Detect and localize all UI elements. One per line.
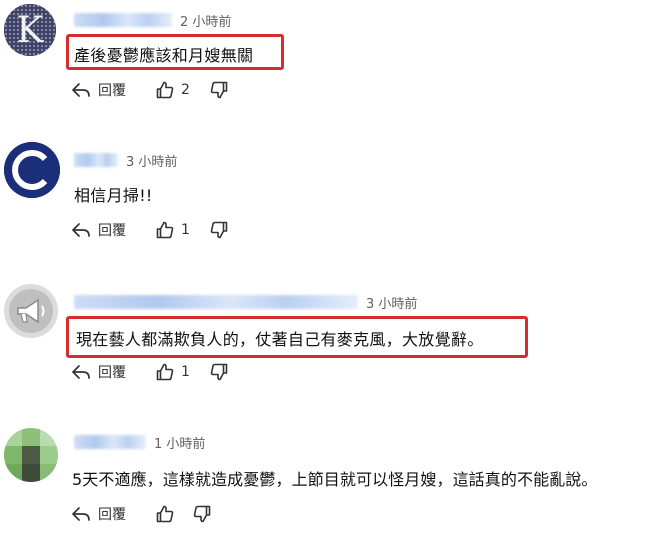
comment-item: 1 小時前 5天不適應，這樣就造成憂鬱，上節目就可以怪月嫂，這話真的不能亂說。 … — [0, 422, 660, 536]
comment-actions: 回覆 1 — [72, 218, 228, 242]
reply-icon — [72, 223, 90, 237]
reply-label: 回覆 — [98, 223, 126, 239]
reply-button[interactable]: 回覆 — [72, 220, 156, 240]
comment-item: 3 小時前 現在藝人都滿欺負人的，仗著自己有麥克風，大放覺辭。 回覆 1 — [0, 280, 660, 390]
dislike-button[interactable] — [210, 81, 228, 99]
comment-meta: 3 小時前 — [74, 150, 177, 170]
like-count: 2 — [181, 82, 190, 98]
comment-text: 相信月掃!! — [74, 186, 153, 205]
avatar-k-image: K — [4, 4, 56, 56]
thumbs-down-icon — [193, 505, 211, 523]
comment-meta: 2 小時前 — [74, 10, 231, 30]
reply-icon — [72, 365, 90, 379]
thumbs-down-icon — [210, 221, 228, 239]
like-count: 1 — [181, 364, 190, 380]
reply-button[interactable]: 回覆 — [72, 80, 156, 100]
reply-label: 回覆 — [98, 365, 126, 381]
comment-text: 5天不適應，這樣就造成憂鬱，上節目就可以怪月嫂，這話真的不能亂說。 — [72, 470, 598, 489]
author-name-blurred[interactable] — [74, 435, 146, 449]
timestamp: 3 小時前 — [126, 154, 178, 170]
comment-text: 產後憂鬱應該和月嫂無關 — [74, 46, 254, 65]
comment-meta: 3 小時前 — [74, 292, 417, 312]
comment-text: 現在藝人都滿欺負人的，仗著自己有麥克風，大放覺辭。 — [76, 330, 484, 349]
like-button[interactable]: 1 — [156, 221, 210, 239]
reply-icon — [72, 83, 90, 97]
dislike-button[interactable] — [210, 221, 228, 239]
comment-thread: K 2 小時前 產後憂鬱應該和月嫂無關 回覆 2 3 小時前 相信月掃!! 回覆… — [0, 0, 660, 536]
dislike-button[interactable] — [193, 505, 211, 523]
timestamp: 2 小時前 — [180, 14, 232, 30]
reply-label: 回覆 — [98, 507, 126, 523]
comment-meta: 1 小時前 — [74, 432, 205, 452]
comment-item: 3 小時前 相信月掃!! 回覆 1 — [0, 138, 660, 248]
thumbs-up-icon — [156, 221, 174, 239]
timestamp: 3 小時前 — [366, 296, 418, 312]
comment-actions: 回覆 2 — [72, 78, 228, 102]
author-name-blurred[interactable] — [74, 295, 358, 309]
thumbs-down-icon — [210, 81, 228, 99]
svg-text:K: K — [17, 10, 45, 51]
reply-button[interactable]: 回覆 — [72, 362, 156, 382]
dislike-button[interactable] — [210, 363, 228, 381]
avatar-pixelated-image — [4, 428, 58, 482]
comment-actions: 回覆 1 — [72, 360, 228, 384]
reply-label: 回覆 — [98, 83, 126, 99]
author-name-blurred[interactable] — [74, 153, 118, 167]
like-button[interactable]: 2 — [156, 81, 210, 99]
avatar-c-image — [4, 142, 60, 198]
reply-button[interactable]: 回覆 — [72, 504, 156, 524]
thumbs-up-icon — [156, 505, 174, 523]
avatar[interactable] — [4, 284, 58, 338]
avatar[interactable] — [4, 428, 58, 482]
like-count: 1 — [181, 222, 190, 238]
comment-actions: 回覆 — [72, 502, 211, 526]
thumbs-up-icon — [156, 363, 174, 381]
thumbs-up-icon — [156, 81, 174, 99]
reply-icon — [72, 507, 90, 521]
avatar[interactable] — [4, 142, 60, 198]
comment-item: K 2 小時前 產後憂鬱應該和月嫂無關 回覆 2 — [0, 0, 660, 110]
avatar[interactable]: K — [4, 4, 56, 56]
author-name-blurred[interactable] — [74, 13, 172, 27]
timestamp: 1 小時前 — [154, 436, 206, 452]
thumbs-down-icon — [210, 363, 228, 381]
avatar-megaphone-image — [4, 284, 58, 338]
like-button[interactable] — [156, 505, 193, 523]
like-button[interactable]: 1 — [156, 363, 210, 381]
